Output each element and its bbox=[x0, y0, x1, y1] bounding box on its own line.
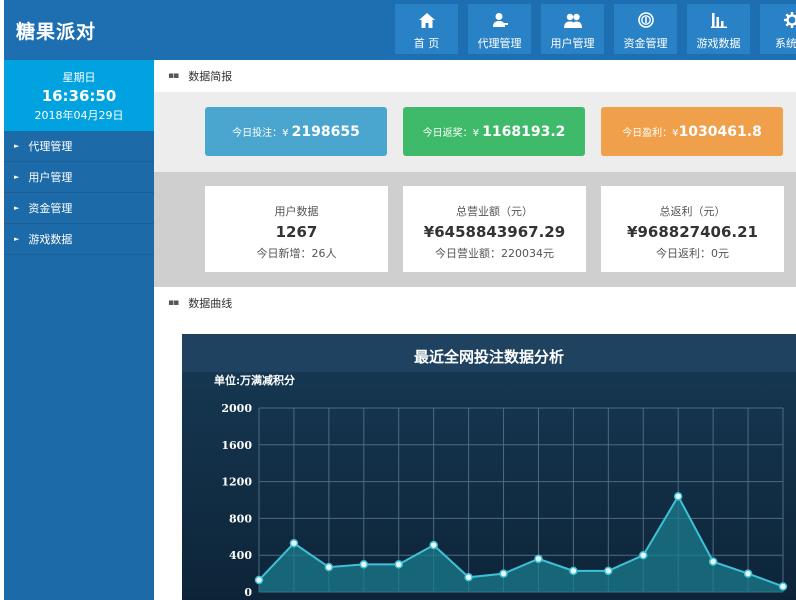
data-point bbox=[604, 566, 613, 576]
data-point bbox=[359, 560, 369, 569]
sidebar-item-game-data[interactable]: ► 游戏数据 bbox=[4, 224, 154, 255]
data-point bbox=[289, 538, 299, 548]
data-point bbox=[324, 562, 334, 572]
sidebar-item-label: 代理管理 bbox=[28, 140, 73, 153]
card-value: ¥6458843967.29 bbox=[423, 223, 566, 241]
caret-right-icon: ► bbox=[14, 235, 20, 243]
nav-user-management[interactable]: 用户管理 bbox=[541, 4, 604, 54]
top-bar: 糖果派对 首 页 代理管理 用户管理 资金管理 游戏数据 系统 bbox=[4, 0, 796, 60]
betting-chart: 0 400 800 1200 1600 2000 最近全网投注数据分析单位:万满减积分 bbox=[214, 348, 788, 599]
section-title: 数据简报 bbox=[188, 70, 233, 83]
card-value: 1267 bbox=[275, 223, 318, 241]
nav-label: 系统设 bbox=[775, 37, 796, 50]
grid-icon: ▪▪ bbox=[168, 71, 179, 81]
data-point bbox=[569, 566, 578, 576]
stat-value: 1030461.8 bbox=[678, 123, 762, 140]
nav-label: 资金管理 bbox=[623, 37, 668, 50]
y-tick-label: 2000 bbox=[221, 402, 252, 415]
card-total-rebate: 总返利（元） ¥968827406.21 今日返利：0元 bbox=[601, 186, 784, 272]
data-point bbox=[743, 569, 753, 578]
nav-label: 游戏数据 bbox=[696, 37, 741, 50]
agent-icon bbox=[492, 10, 508, 30]
nav-agent-management[interactable]: 代理管理 bbox=[468, 4, 531, 54]
stat-today-profit: 今日盈利：¥ 1030461.8 bbox=[601, 107, 783, 156]
card-subtext: 今日营业额：220034元 bbox=[435, 247, 554, 260]
y-tick-label: 1200 bbox=[221, 476, 252, 489]
nav-game-data[interactable]: 游戏数据 bbox=[687, 4, 750, 54]
top-nav: 首 页 代理管理 用户管理 资金管理 游戏数据 系统 bbox=[395, 4, 796, 54]
card-value: ¥968827406.21 bbox=[627, 223, 758, 241]
sidebar-item-fund-management[interactable]: ► 资金管理 bbox=[4, 193, 154, 224]
data-point bbox=[673, 492, 683, 501]
y-tick-label: 400 bbox=[229, 549, 252, 562]
clock-day: 星期日 bbox=[62, 71, 96, 84]
data-point bbox=[534, 554, 543, 564]
stat-value: 1168193.2 bbox=[482, 123, 566, 140]
sidebar-item-user-management[interactable]: ► 用户管理 bbox=[4, 162, 154, 193]
sidebar-item-label: 资金管理 bbox=[28, 202, 73, 215]
nav-home[interactable]: 首 页 bbox=[395, 4, 458, 54]
chart-title: 最近全网投注数据分析 bbox=[414, 348, 564, 366]
card-total-revenue: 总营业额（元） ¥6458843967.29 今日营业额：220034元 bbox=[403, 186, 586, 272]
y-tick-label: 0 bbox=[244, 586, 252, 599]
stat-label: 今日投注：¥ bbox=[232, 128, 289, 139]
caret-right-icon: ► bbox=[14, 204, 20, 212]
chart-y-axis-label: 单位:万满减积分 bbox=[214, 373, 295, 387]
home-icon bbox=[418, 10, 435, 30]
chart-panel: 0 400 800 1200 1600 2000 最近全网投注数据分析单位:万满减积分 bbox=[182, 334, 796, 600]
grid-icon: ▪▪ bbox=[168, 298, 179, 308]
main-content: ▪▪ 数据简报 今日投注：¥ 2198655 今日返奖：¥ 1168193.2 … bbox=[154, 60, 796, 600]
app-logo: 糖果派对 bbox=[16, 21, 97, 43]
y-tick-label: 800 bbox=[229, 512, 252, 525]
card-user-data: 用户数据 1267 今日新增：26人 bbox=[205, 186, 388, 272]
section-title: 数据曲线 bbox=[188, 297, 233, 310]
stat-label: 今日盈利：¥ bbox=[622, 128, 679, 139]
clock-panel: 星期日 16:36:50 2018年04月29日 bbox=[4, 60, 154, 131]
card-title: 用户数据 bbox=[274, 205, 319, 218]
card-title: 总返利（元） bbox=[659, 205, 726, 218]
section-header-overview: ▪▪ 数据简报 bbox=[154, 60, 796, 92]
settings-icon bbox=[783, 10, 796, 30]
data-point bbox=[778, 582, 788, 591]
data-point bbox=[708, 557, 718, 566]
data-point bbox=[254, 575, 264, 585]
nav-label: 用户管理 bbox=[550, 37, 595, 50]
nav-fund-management[interactable]: 资金管理 bbox=[614, 4, 677, 54]
stats-band: 今日投注：¥ 2198655 今日返奖：¥ 1168193.2 今日盈利：¥ 10… bbox=[154, 92, 796, 172]
coin-icon bbox=[637, 10, 654, 30]
nav-label: 首 页 bbox=[413, 37, 440, 50]
clock-time: 16:36:50 bbox=[41, 87, 117, 105]
sidebar-item-label: 用户管理 bbox=[28, 171, 73, 184]
card-subtext: 今日新增：26人 bbox=[256, 247, 337, 260]
data-point bbox=[639, 550, 648, 560]
sidebar: 星期日 16:36:50 2018年04月29日 ► 代理管理 ► 用户管理 ►… bbox=[4, 60, 154, 600]
caret-right-icon: ► bbox=[14, 142, 20, 150]
stat-label: 今日返奖：¥ bbox=[422, 128, 479, 139]
users-icon bbox=[563, 10, 582, 30]
card-subtext: 今日返利：0元 bbox=[656, 247, 729, 260]
clock-date: 2018年04月29日 bbox=[34, 109, 124, 122]
sidebar-item-label: 游戏数据 bbox=[28, 233, 73, 246]
stat-value: 2198655 bbox=[291, 123, 360, 140]
y-tick-label: 1600 bbox=[221, 439, 252, 452]
caret-right-icon: ► bbox=[14, 173, 20, 181]
summary-band: 用户数据 1267 今日新增：26人 总营业额（元） ¥6458843967.2… bbox=[154, 172, 796, 287]
card-title: 总营业额（元） bbox=[456, 205, 533, 218]
nav-system-settings[interactable]: 系统设 bbox=[760, 4, 796, 54]
data-point bbox=[394, 560, 403, 569]
section-header-curve: ▪▪ 数据曲线 bbox=[154, 287, 796, 319]
data-point bbox=[464, 573, 473, 582]
stat-today-payout: 今日返奖：¥ 1168193.2 bbox=[403, 107, 585, 156]
sidebar-item-agent-management[interactable]: ► 代理管理 bbox=[4, 131, 154, 162]
nav-label: 代理管理 bbox=[477, 37, 522, 50]
bar-chart-icon bbox=[710, 10, 727, 30]
data-point bbox=[429, 540, 438, 550]
data-point bbox=[499, 569, 508, 578]
stat-today-bet: 今日投注：¥ 2198655 bbox=[205, 107, 387, 156]
